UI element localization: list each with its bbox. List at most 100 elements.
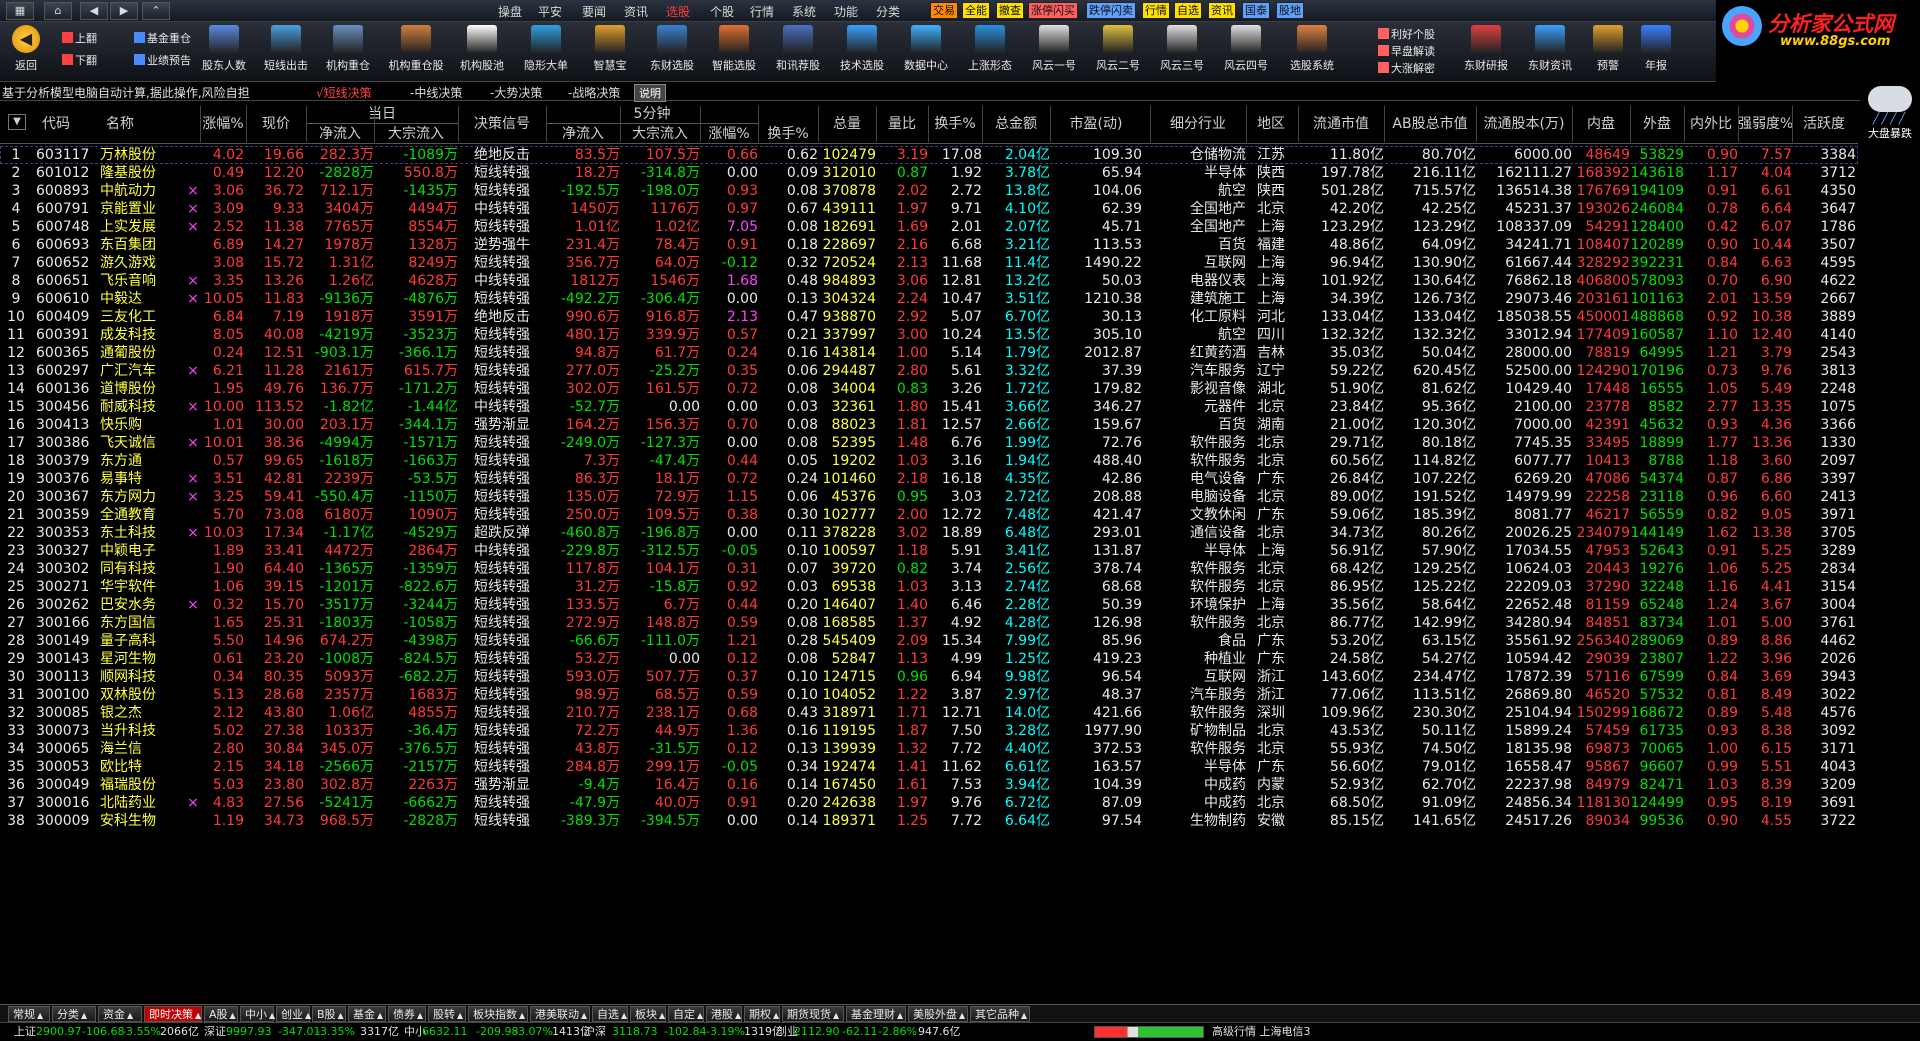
stock-code[interactable]: 300327 xyxy=(36,542,98,560)
market-tab[interactable]: 股转 ▲ xyxy=(428,1006,466,1022)
menu-shortcut[interactable]: 自选 xyxy=(1174,2,1202,19)
good-news-stocks-button[interactable]: 利好个股 xyxy=(1378,26,1435,42)
market-tab[interactable]: 其它品种 ▲ xyxy=(970,1006,1030,1022)
stock-code[interactable]: 300262 xyxy=(36,596,98,614)
toolbar-button[interactable]: 智能选股 xyxy=(702,25,766,73)
stock-name[interactable]: 福瑞股份 xyxy=(100,776,186,794)
page-up-button[interactable]: 上翻 xyxy=(62,30,97,46)
stock-code[interactable]: 300379 xyxy=(36,452,98,470)
toolbar-button[interactable]: 机构重仓股 xyxy=(384,25,448,73)
stock-code[interactable]: 600693 xyxy=(36,236,98,254)
stock-name[interactable]: 东方国信 xyxy=(100,614,186,632)
stock-name[interactable]: 易事特 xyxy=(100,470,186,488)
market-tab[interactable]: 板块 ▲ xyxy=(630,1006,666,1022)
stock-code[interactable]: 601012 xyxy=(36,164,98,182)
stock-code[interactable]: 600365 xyxy=(36,344,98,362)
toolbar-button[interactable]: 智慧宝 xyxy=(578,25,642,73)
market-tab[interactable]: A股 ▲ xyxy=(204,1006,238,1022)
toolbar-button[interactable]: 东财资讯 xyxy=(1522,25,1578,73)
stock-name[interactable]: 双林股份 xyxy=(100,686,186,704)
decision-tab[interactable]: -中线决策 xyxy=(410,84,462,101)
stock-code[interactable]: 600791 xyxy=(36,200,98,218)
market-tab[interactable]: 即时决策 ▲ xyxy=(144,1006,202,1022)
fund-heavy-button[interactable]: 基金重仓 xyxy=(134,30,191,46)
market-tab[interactable]: 常规 ▲ xyxy=(8,1006,50,1022)
stock-code[interactable]: 300353 xyxy=(36,524,98,542)
stock-name[interactable]: 东方通 xyxy=(100,452,186,470)
toolbar-button[interactable]: 选股系统 xyxy=(1280,25,1344,73)
column-header[interactable]: 净流入 xyxy=(546,124,620,144)
menu-item[interactable]: 操盘 xyxy=(498,3,522,20)
stock-name[interactable]: 巴安水务 xyxy=(100,596,186,614)
toolbar-button[interactable]: 风云四号 xyxy=(1214,25,1278,73)
stock-code[interactable]: 600391 xyxy=(36,326,98,344)
stock-name[interactable]: 飞天诚信 xyxy=(100,434,186,452)
column-header[interactable]: 现价 xyxy=(246,114,306,134)
stock-name[interactable]: 当升科技 xyxy=(100,722,186,740)
stock-code[interactable]: 300049 xyxy=(36,776,98,794)
stock-code[interactable]: 300271 xyxy=(36,578,98,596)
decision-tab[interactable]: √短线决策 xyxy=(316,84,372,101)
stock-code[interactable]: 300085 xyxy=(36,704,98,722)
toolbar-button[interactable]: 风云一号 xyxy=(1022,25,1086,73)
column-header[interactable]: 决策信号 xyxy=(458,114,546,134)
stock-name[interactable]: 同有科技 xyxy=(100,560,186,578)
column-header[interactable]: 细分行业 xyxy=(1150,114,1246,134)
stock-code[interactable]: 300065 xyxy=(36,740,98,758)
stock-code[interactable]: 300143 xyxy=(36,650,98,668)
stock-code[interactable]: 300166 xyxy=(36,614,98,632)
column-header[interactable]: 大宗流入 xyxy=(374,124,458,144)
column-header[interactable]: 量比 xyxy=(876,114,928,134)
market-tab[interactable]: 港股 ▲ xyxy=(706,1006,742,1022)
stock-code[interactable]: 300100 xyxy=(36,686,98,704)
menu-shortcut[interactable]: 全能 xyxy=(962,2,990,19)
stock-code[interactable]: 600652 xyxy=(36,254,98,272)
stock-code[interactable]: 600610 xyxy=(36,290,98,308)
stock-name[interactable]: 北陆药业 xyxy=(100,794,186,812)
page-down-button[interactable]: 下翻 xyxy=(62,52,97,68)
stock-code[interactable]: 300073 xyxy=(36,722,98,740)
stock-name[interactable]: 星河生物 xyxy=(100,650,186,668)
toolbar-button[interactable]: 技术选股 xyxy=(830,25,894,73)
back-arrow-icon[interactable]: ◀ xyxy=(80,2,108,20)
stock-code[interactable]: 600136 xyxy=(36,380,98,398)
stock-name[interactable]: 京能置业 xyxy=(100,200,186,218)
stock-code[interactable]: 300113 xyxy=(36,668,98,686)
stock-name[interactable]: 东方网力 xyxy=(100,488,186,506)
stock-code[interactable]: 600651 xyxy=(36,272,98,290)
column-header[interactable]: 流通股本(万) xyxy=(1476,114,1572,134)
column-header[interactable]: 内盘 xyxy=(1572,114,1630,134)
toolbar-button[interactable]: 机构股池 xyxy=(450,25,514,73)
menu-item[interactable]: 系统 xyxy=(792,3,816,20)
column-header[interactable]: 总金额 xyxy=(982,114,1050,134)
market-tab[interactable]: 期权 ▲ xyxy=(744,1006,780,1022)
stock-name[interactable]: 欧比特 xyxy=(100,758,186,776)
stock-code[interactable]: 300413 xyxy=(36,416,98,434)
market-tab[interactable]: 基金理财 ▲ xyxy=(846,1006,906,1022)
menu-item[interactable]: 分类 xyxy=(876,3,900,20)
menu-icon[interactable]: ▦ xyxy=(6,2,34,20)
stock-name[interactable]: 广汇汽车 xyxy=(100,362,186,380)
menu-shortcut[interactable]: 交易 xyxy=(930,2,958,19)
stock-name[interactable]: 道博股份 xyxy=(100,380,186,398)
menu-item[interactable]: 个股 xyxy=(710,3,734,20)
stock-code[interactable]: 300386 xyxy=(36,434,98,452)
toolbar-button[interactable]: 风云二号 xyxy=(1086,25,1150,73)
stock-code[interactable]: 600893 xyxy=(36,182,98,200)
toolbar-button[interactable]: 机构重仓 xyxy=(316,25,380,73)
stock-name[interactable]: 海兰信 xyxy=(100,740,186,758)
column-header[interactable]: 代码 xyxy=(36,114,98,134)
stock-name[interactable]: 顺网科技 xyxy=(100,668,186,686)
market-tab[interactable]: 资金 ▲ xyxy=(98,1006,142,1022)
stock-name[interactable]: 华宇软件 xyxy=(100,578,186,596)
column-header[interactable]: 名称 xyxy=(100,114,186,134)
menu-shortcut[interactable]: 行情 xyxy=(1142,2,1170,19)
menu-item[interactable]: 功能 xyxy=(834,3,858,20)
market-tab[interactable]: 创业 ▲ xyxy=(276,1006,311,1022)
stock-name[interactable]: 通葡股份 xyxy=(100,344,186,362)
market-tab[interactable]: 港美联动 ▲ xyxy=(530,1006,590,1022)
big-rise-decode-button[interactable]: 大涨解密 xyxy=(1378,60,1435,76)
market-tab[interactable]: 中小 ▲ xyxy=(240,1006,275,1022)
menu-shortcut[interactable]: 国泰 xyxy=(1242,2,1270,19)
stock-code[interactable]: 300149 xyxy=(36,632,98,650)
